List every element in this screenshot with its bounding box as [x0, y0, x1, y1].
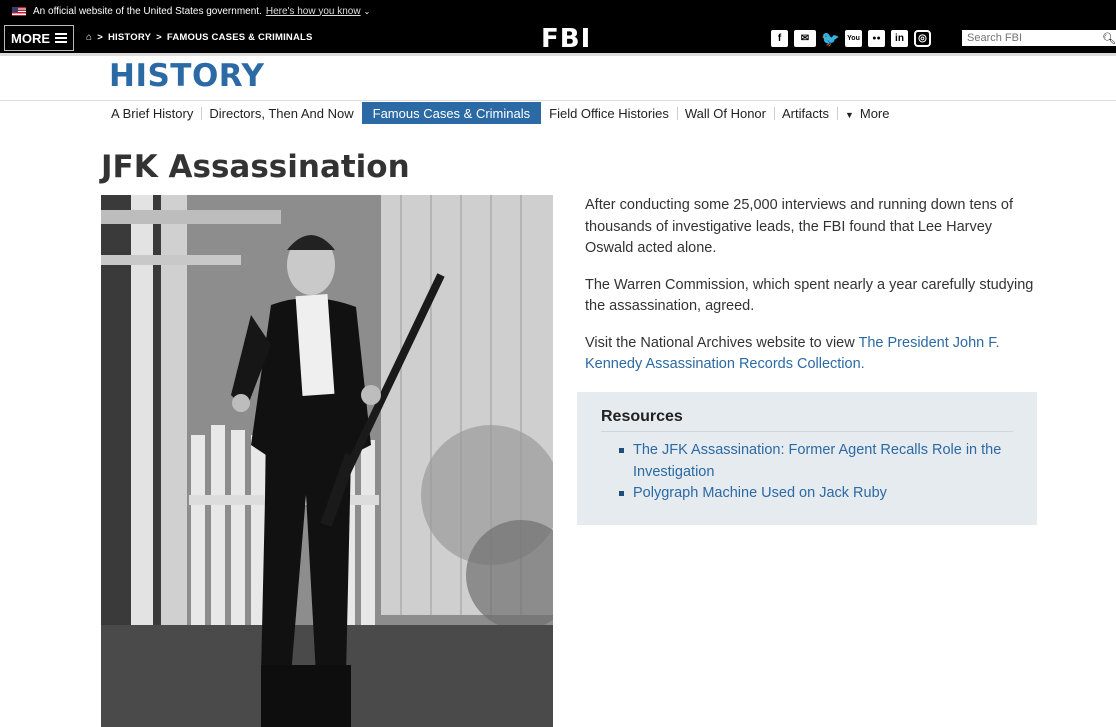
article-body: After conducting some 25,000 interviews … [585, 195, 1035, 391]
chevron-down-icon[interactable]: ⌄ [364, 7, 371, 16]
linkedin-icon[interactable]: in [891, 30, 908, 47]
resources-list: The JFK Assassination: Former Agent Reca… [601, 440, 1013, 505]
flickr-icon[interactable]: ●● [868, 30, 885, 47]
resource-link-former-agent[interactable]: The JFK Assassination: Former Agent Reca… [619, 440, 1013, 483]
page-title: JFK Assassination [101, 149, 410, 185]
top-navigation: MORE ⌂ > HISTORY > FAMOUS CASES & CRIMIN… [0, 22, 1116, 56]
breadcrumb: ⌂ > HISTORY > FAMOUS CASES & CRIMINALS [86, 22, 313, 53]
section-title[interactable]: HISTORY [109, 58, 264, 94]
resources-heading: Resources [601, 408, 1013, 432]
search-icon[interactable]: 🔍︎ [1102, 32, 1116, 45]
subnav-field-office-histories[interactable]: Field Office Histories [541, 102, 677, 124]
twitter-icon[interactable]: 🐦 [821, 30, 840, 48]
facebook-icon[interactable]: f [771, 30, 788, 47]
gov-banner: An official website of the United States… [0, 0, 1116, 22]
oswald-photo [101, 195, 553, 727]
subnav-famous-cases[interactable]: Famous Cases & Criminals [361, 102, 542, 124]
paragraph-3-text: Visit the National Archives website to v… [585, 334, 859, 351]
more-menu-button[interactable]: MORE [4, 25, 74, 51]
subnav-brief-history[interactable]: A Brief History [103, 102, 201, 124]
paragraph-1: After conducting some 25,000 interviews … [585, 197, 1014, 256]
subnav-artifacts[interactable]: Artifacts [773, 102, 837, 124]
youtube-icon[interactable]: You [845, 30, 862, 47]
subnav-more[interactable]: ▼ More [836, 102, 898, 124]
instagram-icon[interactable]: ◎ [914, 30, 931, 47]
hamburger-icon [55, 33, 67, 43]
resources-box: Resources The JFK Assassination: Former … [577, 392, 1037, 525]
subnav-directors[interactable]: Directors, Then And Now [201, 102, 361, 124]
more-label: MORE [11, 30, 50, 46]
paragraph-3: Visit the National Archives website to v… [585, 333, 1035, 376]
subnav-wall-of-honor[interactable]: Wall Of Honor [676, 102, 774, 124]
photo-illustration [101, 195, 553, 727]
paragraph-2: The Warren Commission, which spent nearl… [585, 276, 1034, 315]
fbi-logo[interactable]: FBI [541, 24, 591, 54]
heres-how-you-know-link[interactable]: Here's how you know [266, 6, 361, 17]
search-box: 🔍︎ [962, 30, 1116, 46]
breadcrumb-history[interactable]: HISTORY [108, 32, 151, 43]
us-flag-icon [12, 6, 26, 16]
section-subnav: A Brief History Directors, Then And Now … [0, 100, 1116, 125]
subnav-more-label: More [859, 106, 890, 121]
breadcrumb-separator: > [97, 32, 103, 43]
breadcrumb-separator: > [156, 32, 162, 43]
search-input[interactable] [962, 32, 1102, 44]
resource-link-polygraph[interactable]: Polygraph Machine Used on Jack Ruby [619, 483, 1013, 505]
caret-down-icon: ▼ [844, 110, 854, 120]
social-links: f ✉ 🐦 You ●● in ◎ [771, 30, 931, 48]
email-icon[interactable]: ✉ [794, 30, 816, 47]
home-icon[interactable]: ⌂ [86, 32, 92, 43]
breadcrumb-famous-cases[interactable]: FAMOUS CASES & CRIMINALS [167, 32, 313, 43]
gov-banner-text: An official website of the United States… [33, 5, 262, 17]
